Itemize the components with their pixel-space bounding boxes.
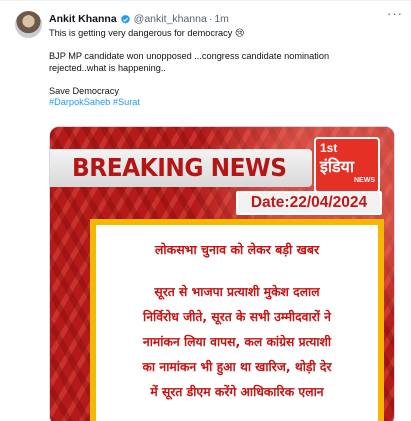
panel-line: निर्विरोध जीते, सूरत के सभी उम्मीदवारों …	[143, 310, 331, 324]
tweet-line: Save Democracy	[49, 85, 119, 96]
tweet-text: This is getting very dangerous for democ…	[49, 28, 389, 109]
panel-line: नामांकन लिया वापस, कल कांग्रेस प्रत्याशी	[142, 335, 332, 349]
panel-line: में सूरत डीएम करेंगे आधिकारिक एलान	[150, 385, 324, 399]
news-date: Date:22/04/2024	[236, 191, 382, 215]
author-handle[interactable]: @ankit_khanna	[134, 13, 207, 25]
tweet-header: Ankit Khanna @ankit_khanna · 1m	[49, 12, 387, 26]
verified-badge-icon	[120, 14, 130, 24]
channel-logo: 1st इंडिया NEWS	[314, 137, 380, 193]
tweet[interactable]: Ankit Khanna @ankit_khanna · 1m ··· This…	[0, 0, 411, 421]
avatar[interactable]	[15, 11, 42, 38]
panel-line: सूरत से भाजपा प्रत्याशी मुकेश दलाल	[154, 285, 320, 299]
hashtag-link[interactable]: #Surat	[113, 97, 140, 107]
panel-heading: लोकसभा चुनाव को लेकर बड़ी खबर	[154, 242, 320, 257]
tweet-line: rejected..what is happening..	[49, 62, 166, 73]
breaking-headline: BREAKING NEWS	[72, 153, 287, 182]
tweet-media-image[interactable]: BREAKING NEWS 1st इंडिया NEWS Date:22/04…	[49, 126, 395, 421]
tweet-line: This is getting very dangerous for democ…	[49, 28, 245, 38]
hashtag-link[interactable]: #DarpokSaheb	[49, 97, 110, 107]
logo-number: 1st	[320, 141, 338, 155]
tweet-timestamp[interactable]: 1m	[214, 13, 229, 25]
author-name[interactable]: Ankit Khanna	[49, 13, 117, 25]
more-options-icon[interactable]: ···	[387, 7, 402, 21]
logo-sub: NEWS	[354, 177, 375, 184]
logo-name: इंडिया	[320, 159, 354, 176]
separator-dot: ·	[208, 13, 213, 25]
tweet-line: BJP MP candidate won unopposed ...congre…	[49, 51, 330, 61]
news-panel: लोकसभा चुनाव को लेकर बड़ी खबर सूरत से भा…	[90, 219, 384, 421]
hashtag-row: #DarpokSaheb #Surat	[49, 97, 389, 109]
panel-line: का नामांकन भी हुआ था खारिज, थोड़ी देर	[142, 360, 332, 374]
